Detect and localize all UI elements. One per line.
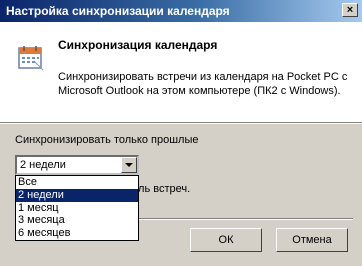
close-button[interactable]: ×: [342, 3, 358, 17]
option-all[interactable]: Все: [16, 176, 138, 189]
option-2-weeks[interactable]: 2 недели: [16, 188, 138, 202]
title-bar[interactable]: Настройка синхронизации календаря ×: [0, 0, 362, 22]
header-description: Синхронизировать встречи из календаря на…: [58, 71, 348, 97]
dropdown-button[interactable]: [121, 157, 137, 173]
header-separator: [0, 122, 362, 124]
header-panel: Синхронизация календаря Синхронизировать…: [0, 22, 362, 122]
calendar-icon: [18, 46, 44, 71]
sync-period-label: Синхронизировать только прошлые: [15, 134, 199, 146]
option-3-months[interactable]: 3 месяца: [16, 214, 138, 227]
header-title: Синхронизация календаря: [58, 38, 218, 52]
ok-button[interactable]: ОК: [190, 228, 262, 252]
dialog-body: Синхронизация календаря Синхронизировать…: [0, 22, 362, 266]
option-6-months[interactable]: 6 месяцев: [16, 227, 138, 240]
sync-period-combobox[interactable]: 2 недели: [15, 155, 139, 175]
sync-period-value: 2 недели: [20, 159, 66, 171]
window-title: Настройка синхронизации календаря: [6, 4, 230, 18]
sync-period-dropdown-list[interactable]: Все 2 недели 1 месяц 3 месяца 6 месяцев: [15, 175, 139, 241]
close-icon: ×: [346, 4, 354, 16]
chevron-down-icon: [125, 163, 133, 167]
cancel-button[interactable]: Отмена: [276, 228, 348, 252]
option-1-month[interactable]: 1 месяц: [16, 202, 138, 215]
